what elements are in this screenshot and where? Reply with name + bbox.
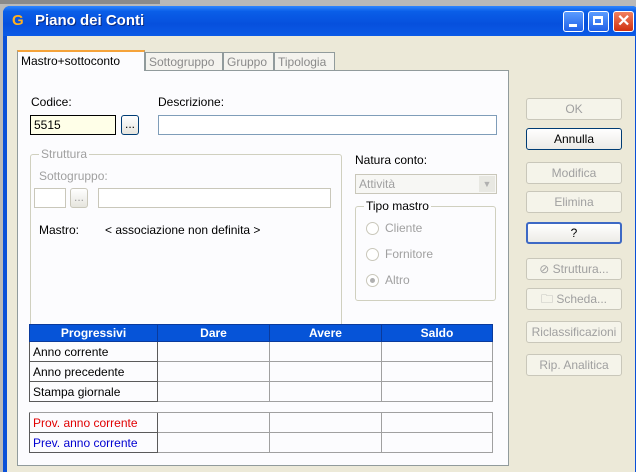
struttura-link-icon: ⊘ — [539, 262, 553, 276]
table-spacer — [29, 401, 493, 413]
codice-input[interactable]: 5515 — [30, 115, 116, 135]
close-button[interactable]: ✕ — [613, 11, 634, 32]
sottogruppo-description-field — [98, 188, 331, 208]
table-spacer-row — [29, 401, 493, 413]
descrizione-label: Descrizione: — [158, 95, 225, 109]
maximize-icon — [593, 16, 603, 25]
column-header-saldo: Saldo — [381, 324, 493, 342]
descrizione-input[interactable] — [158, 115, 497, 135]
radio-fornitore-label: Fornitore — [385, 247, 434, 261]
struttura-group: Struttura Sottogruppo: ... Mastro: < ass… — [30, 147, 342, 342]
row-label: Anno precedente — [29, 361, 158, 382]
row-label: Anno corrente — [29, 341, 158, 362]
radio-altro[interactable] — [366, 274, 379, 287]
natura-conto-label: Natura conto: — [355, 153, 428, 167]
sottogruppo-label: Sottogruppo: — [39, 169, 108, 183]
radio-altro-label: Altro — [385, 273, 410, 287]
struttura-button[interactable]: ⊘ Struttura... — [526, 258, 622, 280]
dialog-window: G Piano dei Conti ✕ Mastro+sottoconto So… — [3, 6, 636, 472]
tab-gruppo[interactable]: Gruppo — [223, 52, 274, 70]
sottogruppo-lookup-button[interactable]: ... — [70, 188, 88, 208]
column-header-avere: Avere — [269, 324, 382, 342]
table-cell[interactable] — [269, 432, 382, 453]
annulla-button[interactable]: Annulla — [526, 128, 622, 150]
table-header-row: Progressivi Dare Avere Saldo — [29, 324, 493, 342]
mastro-value: < associazione non definita > — [105, 223, 261, 237]
table-row[interactable]: Prev. anno corrente — [29, 432, 493, 453]
table-cell[interactable] — [157, 412, 270, 433]
minimize-icon — [569, 24, 577, 27]
codice-label: Codice: — [31, 95, 72, 109]
table-cell[interactable] — [269, 412, 382, 433]
tab-mastro-sottoconto[interactable]: Mastro+sottoconto — [17, 50, 145, 71]
help-button[interactable]: ? — [526, 222, 622, 244]
table-cell[interactable] — [157, 361, 270, 382]
codice-lookup-button[interactable]: ... — [121, 115, 139, 135]
column-header-progressivi: Progressivi — [29, 324, 158, 342]
row-label: Prov. anno corrente — [29, 412, 158, 433]
elimina-button[interactable]: Elimina — [526, 191, 622, 213]
table-cell[interactable] — [269, 361, 382, 382]
minimize-button[interactable] — [563, 11, 584, 32]
folder-icon: 🗀 — [540, 292, 557, 306]
tipo-mastro-group: Tipo mastro Cliente Fornitore Altro — [355, 199, 496, 301]
chevron-down-icon: ▼ — [479, 176, 495, 192]
column-header-dare: Dare — [157, 324, 270, 342]
table-cell[interactable] — [269, 381, 382, 402]
tab-sottogruppo[interactable]: Sottogruppo — [145, 52, 223, 70]
scheda-button[interactable]: 🗀 Scheda... — [526, 288, 622, 310]
mastro-label: Mastro: — [39, 223, 80, 237]
radio-selected-dot — [370, 278, 375, 283]
radio-cliente-label: Cliente — [385, 221, 423, 235]
tab-tipologia[interactable]: Tipologia — [274, 52, 335, 70]
table-row[interactable]: Stampa giornale — [29, 381, 493, 402]
radio-fornitore[interactable] — [366, 248, 379, 261]
table-row[interactable]: Anno precedente — [29, 361, 493, 382]
table-cell[interactable] — [157, 341, 270, 362]
dialog-client-area: Mastro+sottoconto Sottogruppo Gruppo Tip… — [7, 36, 635, 472]
table-cell[interactable] — [381, 361, 493, 382]
table-row[interactable]: Prov. anno corrente — [29, 412, 493, 433]
rip-analitica-button[interactable]: Rip. Analitica — [526, 354, 622, 376]
struttura-title: Struttura — [39, 147, 90, 161]
riclassificazioni-button[interactable]: Riclassificazioni — [526, 321, 622, 343]
close-icon: ✕ — [617, 13, 631, 30]
sottogruppo-code-input[interactable] — [34, 188, 66, 208]
radio-cliente[interactable] — [366, 222, 379, 235]
table-row[interactable]: Anno corrente — [29, 341, 493, 362]
scheda-button-label: Scheda... — [556, 292, 608, 306]
table-cell[interactable] — [381, 432, 493, 453]
modifica-button[interactable]: Modifica — [526, 162, 622, 184]
table-cell[interactable] — [157, 432, 270, 453]
background-strip — [0, 0, 160, 4]
row-label: Stampa giornale — [29, 381, 158, 402]
title-bar[interactable]: G Piano dei Conti ✕ — [3, 6, 636, 36]
app-logo-icon: G — [12, 12, 24, 29]
maximize-button[interactable] — [588, 11, 609, 32]
progressivi-table: Progressivi Dare Avere Saldo Anno corren… — [29, 324, 493, 453]
table-cell[interactable] — [269, 341, 382, 362]
ok-button[interactable]: OK — [526, 98, 622, 120]
table-cell[interactable] — [381, 412, 493, 433]
natura-conto-value: Attività — [359, 177, 396, 191]
row-label: Prev. anno corrente — [29, 432, 158, 453]
window-title: Piano dei Conti — [35, 12, 145, 29]
tipo-mastro-title: Tipo mastro — [364, 199, 431, 213]
struttura-button-label: Struttura... — [552, 262, 609, 276]
table-cell[interactable] — [381, 381, 493, 402]
table-cell[interactable] — [157, 381, 270, 402]
table-cell[interactable] — [381, 341, 493, 362]
natura-conto-select[interactable]: Attività ▼ — [355, 174, 497, 194]
